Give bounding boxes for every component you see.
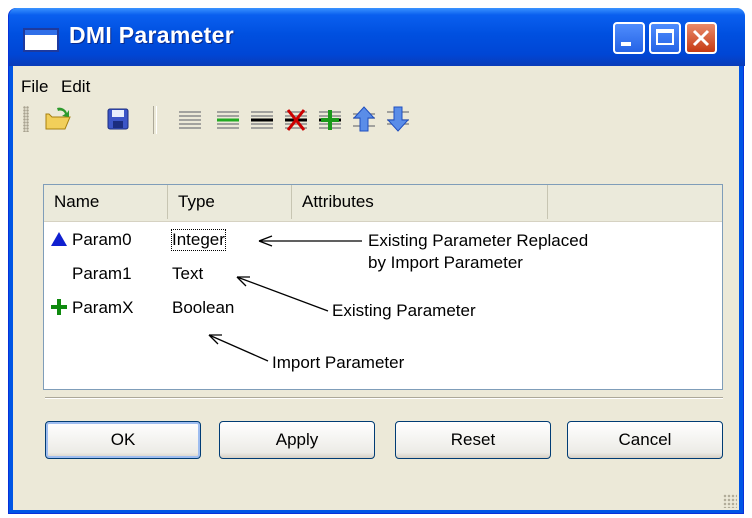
open-folder-icon[interactable] [43, 104, 73, 134]
resize-grip[interactable] [723, 494, 737, 508]
maximize-button[interactable] [649, 22, 681, 54]
list-icon[interactable] [175, 104, 205, 134]
add-param-icon[interactable] [315, 104, 345, 134]
annotation-import: Import Parameter [272, 353, 405, 372]
menu-bar: File Edit [13, 66, 739, 98]
toolbar-separator [153, 106, 157, 134]
title-bar[interactable]: DMI Parameter [9, 8, 745, 66]
toolbar-grip[interactable] [23, 106, 29, 132]
cancel-button[interactable]: Cancel [567, 421, 723, 459]
close-icon [692, 29, 710, 47]
parameter-list[interactable]: Name Type Attributes Param0 Integer Para… [43, 184, 723, 390]
menu-edit[interactable]: Edit [61, 77, 90, 97]
apply-button[interactable]: Apply [219, 421, 375, 459]
window-title: DMI Parameter [69, 22, 234, 48]
dmi-parameter-window: DMI Parameter File Edit Name Type Attrib… [8, 8, 745, 514]
window-icon[interactable] [23, 28, 59, 52]
annotation-replaced-line2: by Import Parameter [368, 253, 523, 272]
close-button[interactable] [685, 22, 717, 54]
annotation-replaced-line1: Existing Parameter Replaced [368, 231, 589, 250]
delete-param-icon[interactable] [281, 104, 311, 134]
toolbar [13, 102, 739, 138]
ok-button[interactable]: OK [45, 421, 201, 459]
client-area: File Edit Name Type Attributes Param0 In… [13, 66, 739, 510]
minimize-button[interactable] [613, 22, 645, 54]
save-icon[interactable] [103, 104, 133, 134]
list-add-line-icon[interactable] [213, 104, 243, 134]
list-line-icon[interactable] [247, 104, 277, 134]
move-down-icon[interactable] [383, 104, 413, 134]
move-up-icon[interactable] [349, 104, 379, 134]
reset-button[interactable]: Reset [395, 421, 551, 459]
annotation-existing: Existing Parameter [332, 301, 476, 320]
button-divider [45, 397, 723, 399]
menu-file[interactable]: File [21, 77, 48, 97]
